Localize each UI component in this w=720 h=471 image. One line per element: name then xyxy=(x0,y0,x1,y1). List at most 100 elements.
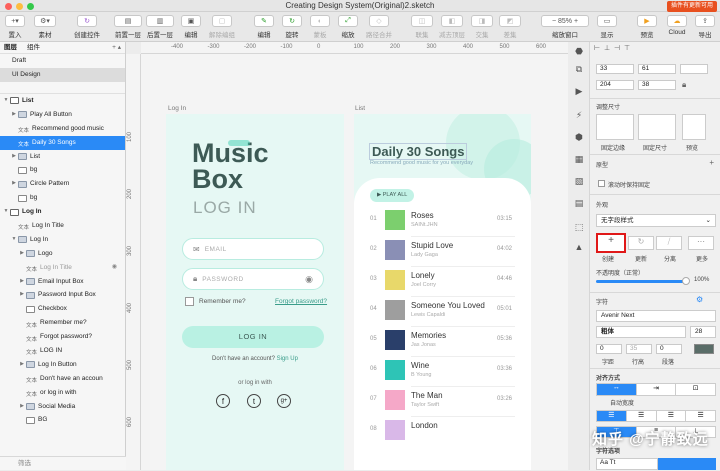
bring-forward-tool[interactable]: ▤ 前置一层 xyxy=(112,15,144,39)
cloud-tool[interactable]: ☁ Cloud xyxy=(664,15,690,36)
edit-tool[interactable]: ✎ 编辑 xyxy=(253,15,275,39)
layer-row[interactable]: ▼ Log In xyxy=(0,233,125,247)
symbols-tool[interactable]: ⚙▾ 素材 xyxy=(32,15,58,39)
layer-row[interactable]: ▶ Social Media xyxy=(0,400,125,414)
add-page-icon[interactable]: + ▴ xyxy=(112,42,121,53)
disclosure-triangle-icon[interactable]: ▼ xyxy=(10,233,18,247)
song-row[interactable]: 04 Someone You Loved Lewis Capaldi 05:01 xyxy=(354,300,531,328)
page-item-draft[interactable]: Draft xyxy=(0,54,125,68)
disclosure-triangle-icon[interactable]: ▶ xyxy=(18,275,26,289)
font-family-select[interactable]: Avenir Next xyxy=(596,310,716,322)
disclosure-triangle-icon[interactable]: ▶ xyxy=(18,358,26,372)
create-symbol-tool[interactable]: ↻ 创建控件 xyxy=(68,15,106,39)
update-style-button[interactable]: ↻ xyxy=(628,236,654,250)
resize-preview[interactable] xyxy=(682,114,706,140)
auto-width-icon[interactable]: ↔ xyxy=(597,384,636,395)
layer-row[interactable]: 文本 Daily 30 Songs xyxy=(0,135,125,150)
fix-scroll-checkbox[interactable] xyxy=(598,180,605,187)
paragraph-spacing-field[interactable]: 0 xyxy=(656,344,682,354)
subtract-tool[interactable]: ◧ 减去顶层 xyxy=(436,15,468,39)
layer-row[interactable]: 文本 or log in with xyxy=(0,386,125,400)
preview-tool[interactable]: ▶ 预览 xyxy=(636,15,658,39)
layer-row[interactable]: ▼ Log In xyxy=(0,205,125,219)
canvas[interactable]: Log In Music Box LOG IN ✉ EMAIL 🔒︎ PASSW… xyxy=(141,54,568,470)
x-field[interactable]: 33 xyxy=(596,64,634,74)
text-align-control[interactable]: ☰ ☰ ☰ ☰ xyxy=(596,410,716,422)
layer-row[interactable]: 文本 Forgot password? xyxy=(0,330,125,344)
zoom-stepper[interactable]: − 85% + xyxy=(541,15,589,27)
align-tab-icon[interactable]: ⧉ xyxy=(574,64,584,74)
layer-row[interactable]: ▶ Password Input Box xyxy=(0,288,125,302)
disclosure-triangle-icon[interactable]: ▶ xyxy=(18,288,26,302)
artboard-label-login[interactable]: Log In xyxy=(168,105,186,112)
artboard-label-list[interactable]: List xyxy=(355,105,365,112)
add-prototype-icon[interactable]: + xyxy=(709,158,714,167)
text-decoration-select[interactable] xyxy=(657,458,716,470)
disclosure-triangle-icon[interactable]: ▶ xyxy=(10,108,18,122)
more-style-button[interactable]: ··· xyxy=(688,236,714,250)
song-row[interactable]: 06 Wine B Young 03:36 xyxy=(354,360,531,388)
rotation-field[interactable] xyxy=(680,64,708,74)
rotate-tool[interactable]: ↻ 旋转 xyxy=(281,15,303,39)
align-right-icon[interactable]: ⊣ xyxy=(614,45,620,52)
page-item-ui-design[interactable]: UI Design xyxy=(0,68,125,82)
difference-tool[interactable]: ◩ 差集 xyxy=(498,15,522,39)
lock-ratio-icon[interactable]: 🔒︎ xyxy=(682,80,686,90)
song-row[interactable]: 02 Stupid Love Lady Gaga 04:02 xyxy=(354,240,531,268)
close-window-button[interactable] xyxy=(5,3,12,10)
text-style-select[interactable]: 无字段样式 ⌄ xyxy=(596,214,716,227)
facebook-icon[interactable]: f xyxy=(216,394,230,408)
disclosure-triangle-icon[interactable]: ▶ xyxy=(18,247,26,261)
layer-row[interactable]: ▶ Email Input Box xyxy=(0,275,125,289)
zoom-in-icon[interactable]: + xyxy=(574,18,578,25)
login-button[interactable]: LOG IN xyxy=(182,326,324,348)
eye-icon[interactable]: ◉ xyxy=(305,274,313,285)
zoom-control[interactable]: − 85% + 缩放窗口 xyxy=(540,15,590,39)
align-center-text-icon[interactable]: ☰ xyxy=(625,411,656,421)
scale-tool[interactable]: ⤢ 缩放 xyxy=(337,15,359,39)
font-weight-select[interactable]: 粗体 xyxy=(596,326,686,338)
line-height-field[interactable]: 35 xyxy=(626,344,652,354)
tab-pages[interactable]: 图层 xyxy=(4,42,17,53)
char-options-control[interactable]: Aa Tt xyxy=(596,458,716,470)
layer-row[interactable]: BG xyxy=(0,413,125,427)
view-tool[interactable]: ▭ 显示 xyxy=(596,15,618,39)
fixed-size-icon[interactable]: ⊡ xyxy=(675,384,715,395)
hexagon-icon[interactable]: ⬢ xyxy=(574,132,584,142)
opacity-slider-knob[interactable] xyxy=(682,277,690,285)
ungroup-tool[interactable]: ▢ 解除编组 xyxy=(206,15,238,39)
justify-text-icon[interactable]: ☰ xyxy=(685,411,715,421)
intersect-tool[interactable]: ◨ 交集 xyxy=(470,15,494,39)
song-row[interactable]: 03 Lonely Joel Corry 04:46 xyxy=(354,270,531,298)
password-input-box[interactable]: 🔒︎ PASSWORD ◉ xyxy=(182,268,324,290)
layer-row[interactable]: 文本 Log In Title xyxy=(0,219,125,233)
text-settings-icon[interactable]: ⚙ xyxy=(696,295,703,304)
align-center-icon[interactable]: ⊥ xyxy=(604,45,610,52)
style-tab-icon[interactable]: ⬣ xyxy=(574,46,584,56)
align-left-icon[interactable]: ⊢ xyxy=(594,45,600,52)
send-backward-tool[interactable]: ▥ 后置一层 xyxy=(144,15,176,39)
union-tool[interactable]: ◫ 联集 xyxy=(410,15,434,39)
forgot-password-link[interactable]: Forgot password? xyxy=(275,298,327,305)
grid-tab-icon[interactable]: ▦ xyxy=(574,154,584,164)
hidden-eye-icon[interactable]: ◉ xyxy=(112,261,117,275)
daily-songs-title[interactable]: Daily 30 Songs xyxy=(369,143,468,160)
disclosure-triangle-icon[interactable]: ▶ xyxy=(18,400,26,414)
disclosure-triangle-icon[interactable]: ▶ xyxy=(10,150,18,164)
flatten-tool[interactable]: ◇ 路径合并 xyxy=(364,15,394,39)
letter-spacing-field[interactable]: 0 xyxy=(596,344,622,354)
layer-row[interactable]: bg xyxy=(0,163,125,177)
image-tab-icon[interactable]: ▧ xyxy=(574,176,584,186)
layer-row[interactable]: 文本 LOG IN xyxy=(0,344,125,358)
google-plus-icon[interactable]: g+ xyxy=(277,394,291,408)
remember-checkbox[interactable] xyxy=(185,297,194,306)
align-left-text-icon[interactable]: ☰ xyxy=(597,411,626,421)
artboard-login[interactable]: Music Box LOG IN ✉ EMAIL 🔒︎ PASSWORD ◉ R… xyxy=(166,114,344,470)
text-transform-select[interactable]: Aa Tt xyxy=(596,458,658,470)
mask-tool[interactable]: ◐ 蒙板 xyxy=(309,15,331,39)
play-all-button[interactable]: ▶ PLAY ALL xyxy=(370,189,414,202)
email-input-box[interactable]: ✉ EMAIL xyxy=(182,238,324,260)
auto-height-icon[interactable]: ⇥ xyxy=(635,384,676,395)
width-field[interactable]: 204 xyxy=(596,80,634,90)
disclosure-triangle-icon[interactable]: ▼ xyxy=(2,94,10,108)
